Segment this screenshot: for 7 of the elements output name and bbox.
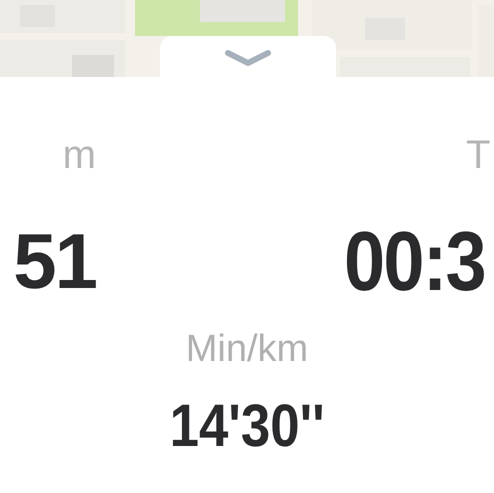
stat-value: 00:3 — [344, 216, 485, 306]
stat-value: 51 — [12, 216, 96, 306]
chevron-icon — [225, 50, 271, 66]
stat-label: m — [62, 132, 96, 178]
pace-label: Min/km — [186, 327, 308, 371]
stat-label: T — [466, 132, 490, 178]
pace-value: 14'30'' — [169, 393, 325, 459]
